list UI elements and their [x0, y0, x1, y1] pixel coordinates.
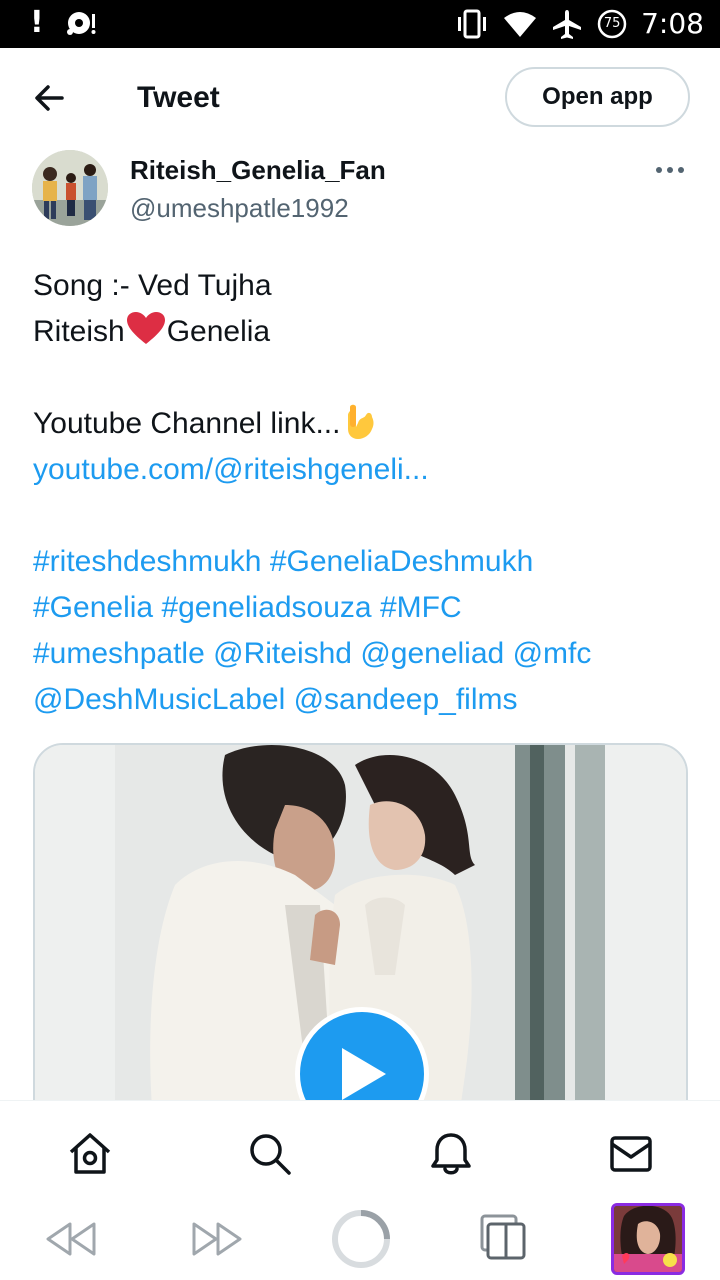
- loading-icon[interactable]: [330, 1208, 392, 1270]
- dot-icon: [667, 167, 673, 173]
- mention[interactable]: @Riteishd: [213, 637, 352, 670]
- search-icon[interactable]: [247, 1131, 293, 1177]
- mention[interactable]: @sandeep_films: [294, 683, 518, 716]
- tweet-line: Youtube Channel link...: [33, 401, 693, 447]
- more-options-button[interactable]: [650, 158, 690, 182]
- airplane-icon: [551, 8, 583, 40]
- fast-forward-icon[interactable]: [190, 1220, 244, 1258]
- clock: 7:08: [641, 7, 704, 40]
- hashtag-line: #riteshdeshmukh #GeneliaDeshmukh: [33, 539, 693, 585]
- page-title: Tweet: [137, 81, 220, 114]
- mention[interactable]: @DeshMusicLabel: [33, 683, 285, 716]
- hashtag-line: #umeshpatle @Riteishd @geneliad @mfc: [33, 631, 693, 677]
- vibrate-icon: [455, 9, 489, 39]
- bottom-navigation: [0, 1100, 720, 1196]
- open-app-button[interactable]: Open app: [505, 67, 690, 127]
- tweet-link[interactable]: youtube.com/@riteishgeneli...: [33, 447, 693, 493]
- hashtag-line: #Genelia #geneliadsouza #MFC: [33, 585, 693, 631]
- tweet-text: Song :- Ved Tujha Riteish Genelia Youtube…: [33, 263, 693, 723]
- play-icon: [342, 1048, 386, 1100]
- tweet-header: Tweet Open app: [0, 48, 720, 146]
- media-icon: [66, 10, 98, 36]
- hashtag[interactable]: #Genelia: [33, 591, 153, 624]
- wifi-icon: [503, 10, 537, 38]
- hashtag[interactable]: #umeshpatle: [33, 637, 205, 670]
- video-thumbnail[interactable]: [33, 743, 688, 1143]
- mention[interactable]: @mfc: [513, 637, 592, 670]
- hashtag[interactable]: #geneliadsouza: [161, 591, 371, 624]
- home-icon[interactable]: [67, 1131, 113, 1177]
- arrow-left-icon: [35, 85, 64, 111]
- notifications-icon[interactable]: [428, 1131, 474, 1177]
- hashtag[interactable]: #riteshdeshmukh: [33, 545, 261, 578]
- hashtag[interactable]: #GeneliaDeshmukh: [270, 545, 533, 578]
- tab-thumbnail[interactable]: [611, 1203, 685, 1275]
- avatar[interactable]: [32, 150, 108, 226]
- dot-icon: [678, 167, 684, 173]
- author-name[interactable]: Riteish_Genelia_Fan: [130, 153, 386, 187]
- hashtag[interactable]: #MFC: [380, 591, 462, 624]
- mention[interactable]: @geneliad: [360, 637, 504, 670]
- hashtag-line: @DeshMusicLabel @sandeep_films: [33, 677, 693, 723]
- heart-icon: [126, 311, 166, 359]
- alert-icon: !: [30, 5, 44, 40]
- author-handle[interactable]: @umeshpatle1992: [130, 191, 349, 225]
- dot-icon: [656, 167, 662, 173]
- battery-icon: 75: [597, 9, 627, 39]
- back-button[interactable]: [30, 78, 70, 118]
- rewind-icon[interactable]: [44, 1220, 98, 1258]
- tweet-line: Song :- Ved Tujha: [33, 269, 272, 302]
- battery-level-text: 75: [603, 16, 621, 31]
- status-bar: ! 75 7:08: [0, 0, 720, 48]
- messages-icon[interactable]: [608, 1131, 654, 1177]
- tweet-line: Riteish Genelia: [33, 309, 693, 355]
- tabs-icon[interactable]: [478, 1212, 528, 1262]
